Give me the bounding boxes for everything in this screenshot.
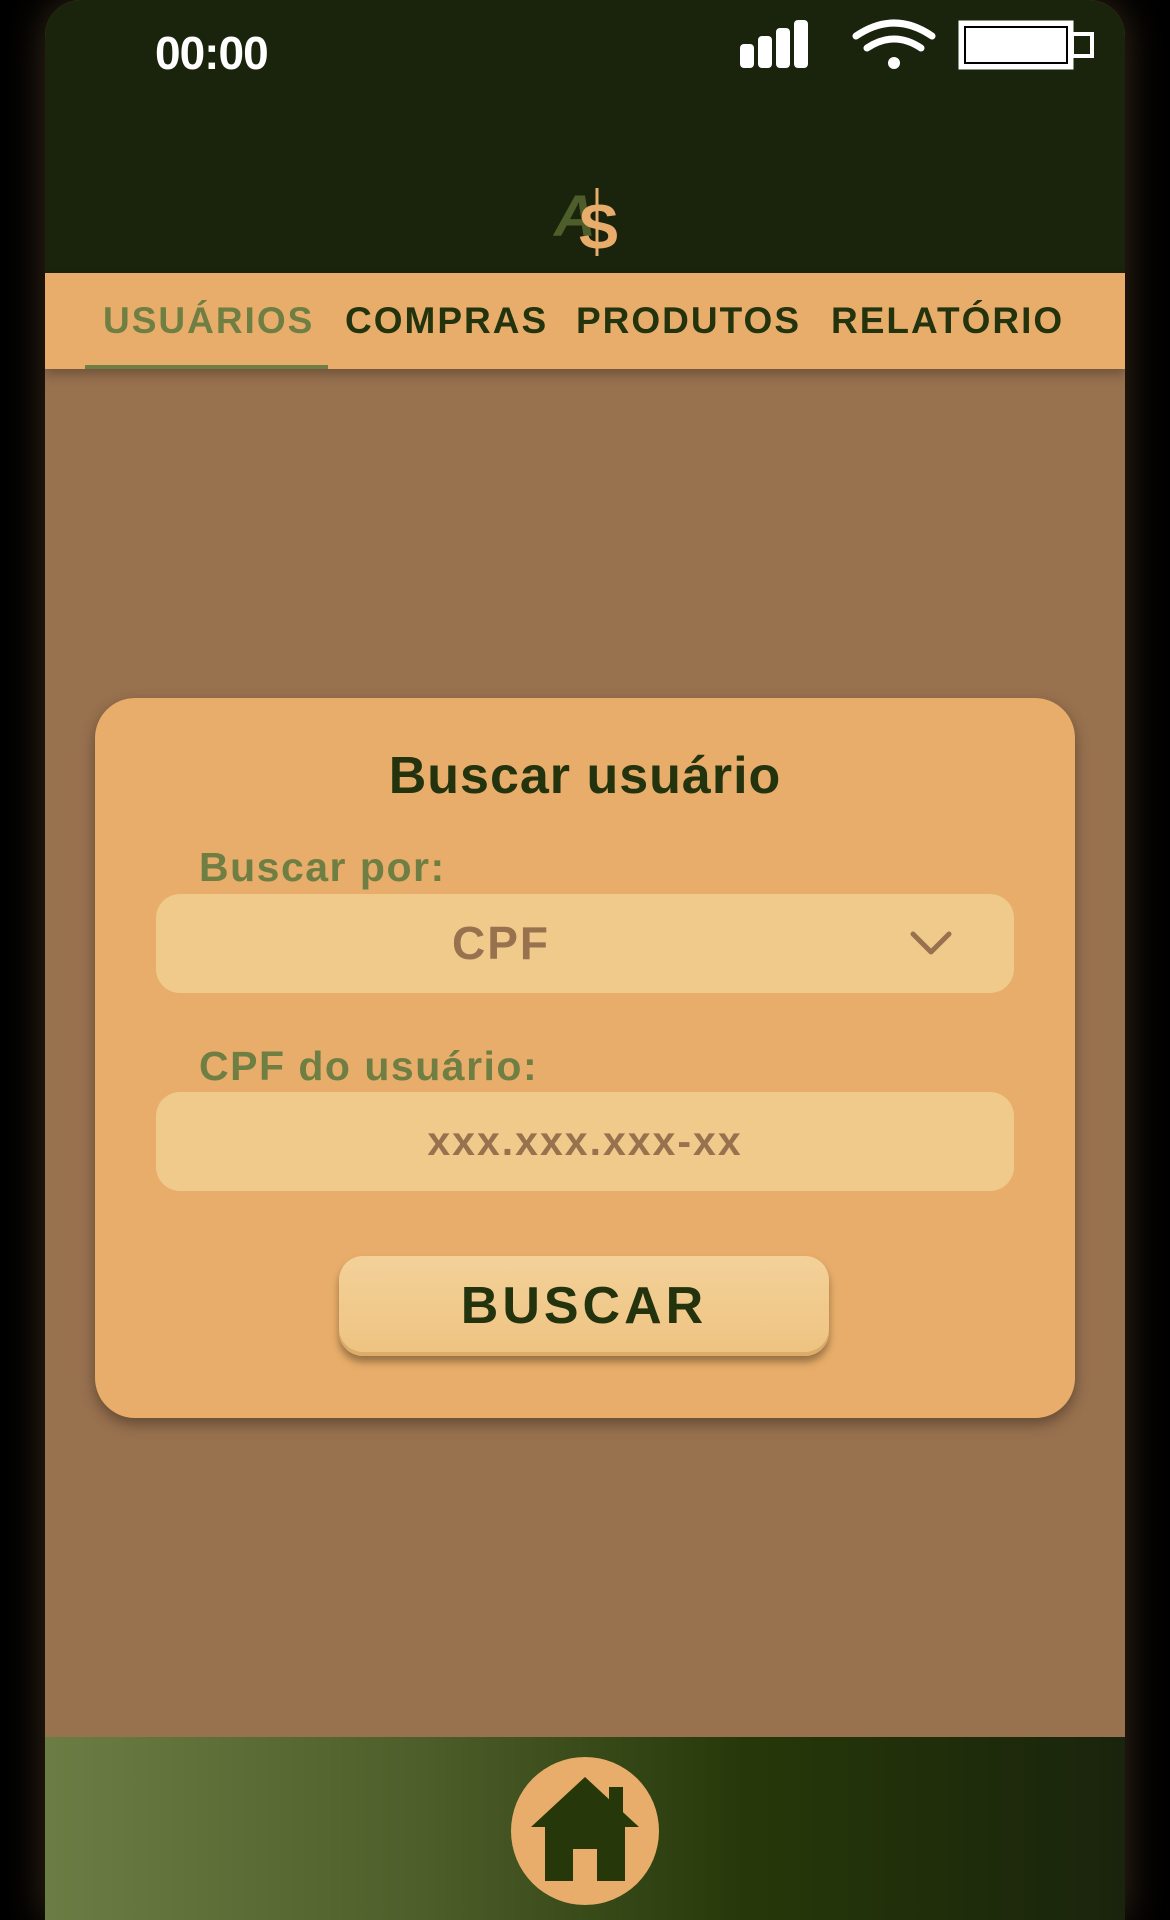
signal-icon: [740, 20, 808, 68]
search-user-card: Buscar usuário Buscar por: CPF CPF do us…: [95, 698, 1075, 1418]
search-by-select[interactable]: CPF: [156, 894, 1014, 993]
cpf-input[interactable]: [156, 1092, 1014, 1191]
active-tab-indicator: [85, 365, 328, 369]
tab-compras[interactable]: COMPRAS: [345, 273, 548, 369]
home-button[interactable]: [511, 1757, 659, 1905]
status-icons: [740, 19, 1094, 70]
tab-relatorio[interactable]: RELATÓRIO: [831, 273, 1064, 369]
cpf-label: CPF do usuário:: [199, 1043, 539, 1089]
logo-letter-s: S: [578, 193, 619, 258]
search-by-label: Buscar por:: [199, 844, 446, 890]
tab-produtos[interactable]: PRODUTOS: [576, 273, 801, 369]
home-icon: [531, 1777, 639, 1881]
buscar-button[interactable]: BUSCAR: [339, 1256, 829, 1356]
chevron-down-icon: [910, 931, 952, 955]
bottom-nav: [45, 1737, 1125, 1920]
wifi-icon: [852, 19, 936, 69]
search-by-value: CPF: [452, 917, 550, 969]
battery-icon: [958, 20, 1094, 70]
header-bar: 00:00 A S: [45, 0, 1125, 273]
phone-screen: 00:00 A S USUÁRIOS COMPRAS PRODUTOS RELA…: [45, 0, 1125, 1920]
cpf-input-wrapper: [156, 1092, 1014, 1191]
status-time: 00:00: [155, 27, 269, 79]
tab-bar: USUÁRIOS COMPRAS PRODUTOS RELATÓRIO: [45, 273, 1125, 369]
card-title: Buscar usuário: [388, 747, 782, 805]
tab-usuarios[interactable]: USUÁRIOS: [103, 273, 314, 369]
app-logo: A S: [552, 184, 619, 258]
